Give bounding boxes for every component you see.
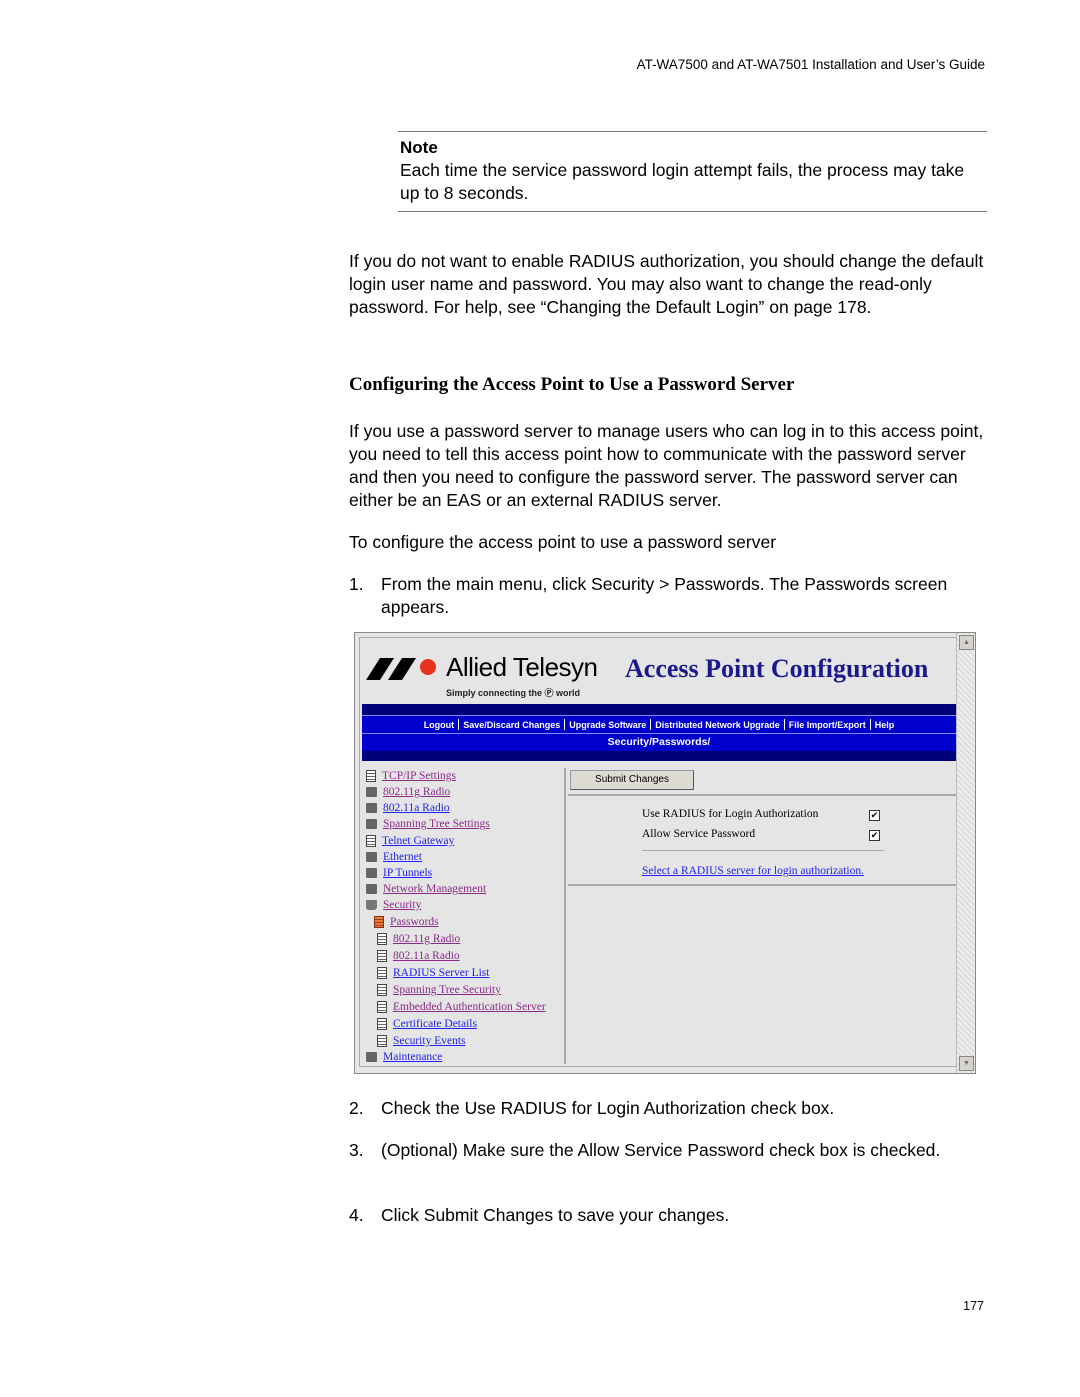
step-text: Check the Use RADIUS for Login Authoriza… — [381, 1098, 835, 1118]
step-number: 4. — [349, 1205, 364, 1225]
scroll-down-icon[interactable]: ▼ — [959, 1056, 974, 1071]
document-icon — [377, 1001, 387, 1013]
submit-changes-button[interactable]: Submit Changes — [570, 770, 694, 790]
use-radius-checkbox[interactable]: ✔ — [869, 810, 880, 821]
step-text: (Optional) Make sure the Allow Service P… — [381, 1140, 941, 1160]
intro-paragraph: If you use a password server to manage u… — [349, 421, 984, 510]
current-document-icon — [374, 916, 384, 928]
allow-service-password-checkbox[interactable]: ✔ — [869, 830, 880, 841]
config-page: Allied Telesyn Simply connecting the Ⓟ w… — [359, 637, 957, 1067]
nav-save-discard[interactable]: Save/Discard Changes — [463, 720, 560, 730]
tree-item-spanning-tree[interactable]: Spanning Tree Settings — [366, 818, 490, 830]
use-radius-label: Use RADIUS for Login Authorization — [642, 808, 819, 820]
folder-icon — [366, 819, 377, 829]
document-icon — [377, 1018, 387, 1030]
page-number: 177 — [963, 1299, 984, 1313]
tree-item-80211a-radio[interactable]: 802.11a Radio — [366, 802, 450, 814]
document-icon — [377, 984, 387, 996]
tree-item-security[interactable]: Security — [366, 899, 421, 911]
nav-distributed-upgrade[interactable]: Distributed Network Upgrade — [655, 720, 780, 730]
step-4: 4. Click Submit Changes to save your cha… — [349, 1204, 989, 1227]
document-icon — [377, 950, 387, 962]
document-icon — [366, 770, 376, 782]
vertical-scrollbar[interactable]: ▲ ▼ — [956, 633, 975, 1073]
scroll-up-icon[interactable]: ▲ — [959, 635, 974, 650]
tree-item-maintenance[interactable]: Maintenance — [366, 1051, 442, 1063]
header-bar — [362, 704, 956, 715]
folder-icon — [366, 868, 377, 878]
allow-service-password-label: Allow Service Password — [642, 828, 756, 840]
tree-item-ip-tunnels[interactable]: IP Tunnels — [366, 867, 432, 879]
folder-icon — [366, 787, 377, 797]
passwords-screenshot: Allied Telesyn Simply connecting the Ⓟ w… — [354, 632, 976, 1074]
step-2: 2. Check the Use RADIUS for Login Author… — [349, 1097, 989, 1120]
logo-tagline: Simply connecting the Ⓟ world — [446, 688, 581, 698]
procedure-paragraph: To configure the access point to use a p… — [349, 532, 777, 552]
tree-item-passwords[interactable]: Passwords — [374, 916, 439, 928]
tree-item-ethernet[interactable]: Ethernet — [366, 851, 422, 863]
divider — [568, 794, 956, 796]
note-title: Note — [400, 138, 438, 157]
folder-icon — [366, 803, 377, 813]
document-icon — [377, 1035, 387, 1047]
step-3: 3. (Optional) Make sure the Allow Servic… — [349, 1139, 989, 1162]
breadcrumb-bar-bottom — [362, 751, 956, 761]
tree-item-security-events[interactable]: Security Events — [377, 1035, 466, 1047]
logo-mark-icon — [366, 658, 436, 680]
nav-upgrade-software[interactable]: Upgrade Software — [569, 720, 646, 730]
folder-icon — [366, 1052, 377, 1062]
select-radius-server-link[interactable]: Select a RADIUS server for login authori… — [642, 865, 864, 877]
section-heading: Configuring the Access Point to Use a Pa… — [349, 374, 795, 395]
radius-paragraph: If you do not want to enable RADIUS auth… — [349, 251, 984, 317]
document-icon — [377, 967, 387, 979]
allied-telesyn-logo: Allied Telesyn Simply connecting the Ⓟ w… — [366, 652, 616, 702]
nav-help[interactable]: Help — [875, 720, 895, 730]
tree-item-telnet[interactable]: Telnet Gateway — [366, 835, 454, 847]
step-number: 2. — [349, 1098, 364, 1118]
tree-item-80211g-radio[interactable]: 802.11g Radio — [366, 786, 450, 798]
step-text: Click Submit Changes to save your change… — [381, 1205, 730, 1225]
step-number: 1. — [349, 574, 364, 594]
step-1: 1. From the main menu, click Security > … — [349, 573, 989, 619]
logo-text: Allied Telesyn — [446, 652, 598, 682]
divider — [568, 884, 956, 886]
tree-item-tcpip[interactable]: TCP/IP Settings — [366, 770, 456, 782]
folder-icon — [366, 852, 377, 862]
tree-item-eas[interactable]: Embedded Authentication Server — [377, 1001, 546, 1013]
nav-tree: TCP/IP Settings 802.11g Radio 802.11a Ra… — [364, 768, 566, 1064]
step-text: From the main menu, click Security > Pas… — [381, 574, 948, 617]
step-number: 3. — [349, 1140, 364, 1160]
app-title: Access Point Configuration — [625, 654, 929, 683]
tree-item-sec-80211g[interactable]: 802.11g Radio — [377, 933, 460, 945]
tree-item-spanning-security[interactable]: Spanning Tree Security — [377, 984, 501, 996]
content-pane: Submit Changes Use RADIUS for Login Auth… — [568, 768, 956, 1064]
note-box: Note Each time the service password logi… — [398, 131, 987, 212]
document-icon — [377, 933, 387, 945]
nav-logout[interactable]: Logout — [424, 720, 455, 730]
tree-item-radius-list[interactable]: RADIUS Server List — [377, 967, 489, 979]
document-icon — [366, 835, 376, 847]
tree-item-certificates[interactable]: Certificate Details — [377, 1018, 477, 1030]
nav-file-import-export[interactable]: File Import/Export — [789, 720, 866, 730]
running-header: AT-WA7500 and AT-WA7501 Installation and… — [636, 57, 985, 72]
divider — [642, 850, 884, 851]
tree-item-network-mgmt[interactable]: Network Management — [366, 883, 486, 895]
breadcrumb: Security/Passwords/ — [362, 733, 956, 752]
main-nav: Logout Save/Discard Changes Upgrade Soft… — [362, 715, 956, 733]
note-body: Each time the service password login att… — [400, 160, 965, 203]
folder-icon — [366, 884, 377, 894]
tree-item-sec-80211a[interactable]: 802.11a Radio — [377, 950, 460, 962]
open-folder-icon — [366, 900, 377, 910]
